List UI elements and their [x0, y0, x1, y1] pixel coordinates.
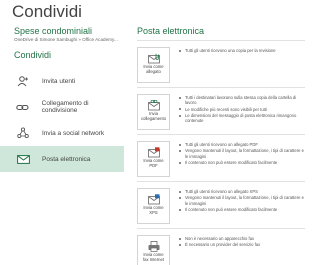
fax-icon: [148, 239, 160, 252]
nav-item-label: Posta elettronica: [42, 155, 91, 163]
left-panel: Spese condominiali OneDrive di Simone Sa…: [0, 26, 124, 172]
bullet-text: Tutti gli utenti ricevono un allegato XP…: [179, 189, 305, 194]
attachment-icon: [147, 51, 160, 64]
email-option-link: Invia collegamento Tutti i destinatari la…: [137, 88, 305, 134]
bullet-text: Tutti i destinatari lavorano sulla stess…: [179, 95, 305, 105]
send-as-pdf-button[interactable]: Invia come PDF: [137, 141, 170, 177]
page-title: Condividi: [12, 2, 82, 21]
document-title: Spese condominiali: [14, 26, 93, 36]
send-link-button[interactable]: Invia collegamento: [137, 94, 170, 130]
bullet-text: Il contenuto non può essere modificato f…: [179, 207, 305, 212]
button-label: Invia come XPS: [143, 205, 164, 215]
bullet-text: Vengono mantenuti il layout, la formatta…: [179, 195, 305, 206]
document-path: OneDrive di Simone Sambughi » Office Aca…: [14, 37, 118, 42]
button-label: Invia collegamento: [141, 111, 166, 121]
bullet-text: Le modifiche più recenti sono visibili p…: [179, 107, 305, 112]
option-bullets: Tutti gli utenti ricevono un allegato PD…: [179, 142, 305, 166]
button-label: Invia come allegato: [143, 64, 164, 74]
option-bullets: Non è necessario un apparecchio fax È ne…: [179, 236, 305, 249]
bullet-text: Tutti gli utenti ricevono una copia per …: [179, 48, 305, 53]
option-bullets: Tutti gli utenti ricevono un allegato XP…: [179, 189, 305, 213]
pdf-icon: [147, 145, 160, 158]
button-label: Invia come PDF: [143, 158, 164, 168]
email-option-xps: Invia come XPS Tutti gli utenti ricevono …: [137, 182, 305, 228]
nav-item-label: Invia a social network: [42, 129, 105, 137]
email-option-attachment: Invia come allegato Tutti gli utenti rice…: [137, 41, 305, 87]
nav-item-label: Collegamento di condivisione: [41, 100, 89, 114]
send-as-internet-fax-button[interactable]: Invia come fax Internet: [137, 235, 170, 265]
nav-item-share-link[interactable]: Collegamento di condivisione: [0, 94, 124, 120]
email-panel: Posta elettronica Invia come allegato Tut…: [137, 26, 305, 265]
bullet-text: Tutti gli utenti ricevono un allegato PD…: [179, 142, 305, 147]
option-bullets: Tutti i destinatari lavorano sulla stess…: [179, 95, 305, 125]
share-nav: Invita utenti Collegamento di condivisio…: [0, 68, 124, 172]
nav-item-social-network[interactable]: Invia a social network: [0, 120, 124, 146]
social-network-icon: [16, 127, 30, 139]
button-label: Invia come fax Internet: [143, 252, 164, 262]
xps-icon: [147, 192, 160, 205]
bullet-text: Il contenuto non può essere modificato f…: [179, 160, 305, 165]
email-option-pdf: Invia come PDF Tutti gli utenti ricevono …: [137, 135, 305, 181]
share-section-title: Condividi: [14, 50, 52, 60]
bullet-text: Vengono mantenuti il layout, la formatta…: [179, 148, 305, 159]
bullet-text: È necessario un provider del servizio fa…: [179, 242, 305, 247]
nav-item-label: Invita utenti: [42, 77, 76, 85]
nav-item-invite-people[interactable]: Invita utenti: [0, 68, 124, 94]
person-add-icon: [16, 75, 30, 87]
email-section-title: Posta elettronica: [137, 26, 205, 36]
bullet-text: Le dimensioni del messaggio di posta ele…: [179, 113, 305, 123]
email-icon: [16, 153, 30, 165]
option-bullets: Tutti gli utenti ricevono una copia per …: [179, 48, 305, 54]
send-as-attachment-button[interactable]: Invia come allegato: [137, 47, 170, 83]
send-as-xps-button[interactable]: Invia come XPS: [137, 188, 170, 224]
bullet-text: Non è necessario un apparecchio fax: [179, 236, 305, 241]
nav-item-email[interactable]: Posta elettronica: [0, 146, 124, 172]
link-icon: [16, 101, 30, 113]
email-option-fax: Invia come fax Internet Non è necessario …: [137, 229, 305, 265]
link-mail-icon: [147, 98, 160, 111]
